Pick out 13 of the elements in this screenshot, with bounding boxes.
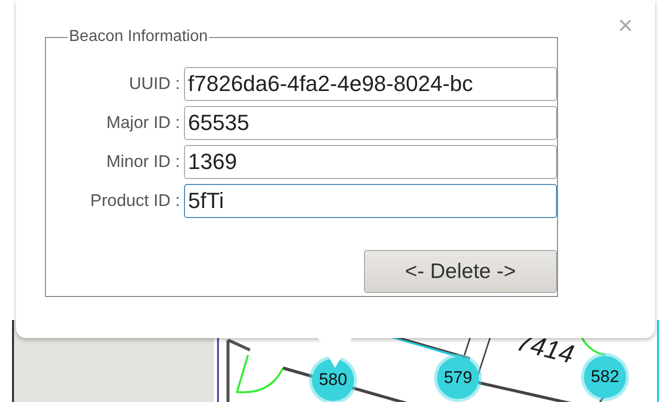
input-field[interactable]: 65535 — [184, 106, 557, 140]
input-field[interactable]: 1369 — [184, 144, 557, 178]
beacon-marker[interactable]: 582 — [584, 356, 626, 398]
beacon-marker[interactable]: 580 — [312, 359, 354, 401]
field-label: Major ID : — [105, 112, 181, 132]
field-label: UUID : — [128, 74, 181, 94]
input-field[interactable]: f7826da6-4fa2-4e98-8024-bc — [184, 66, 557, 100]
delete-button[interactable]: <- Delete -> — [364, 250, 557, 293]
input-field[interactable]: 5fTi — [184, 184, 557, 218]
beacon-marker[interactable]: 579 — [437, 357, 479, 399]
field-label: Minor ID : — [105, 152, 181, 172]
fieldset-legend: Beacon Information — [68, 28, 209, 46]
field-label: Product ID : — [89, 190, 181, 210]
